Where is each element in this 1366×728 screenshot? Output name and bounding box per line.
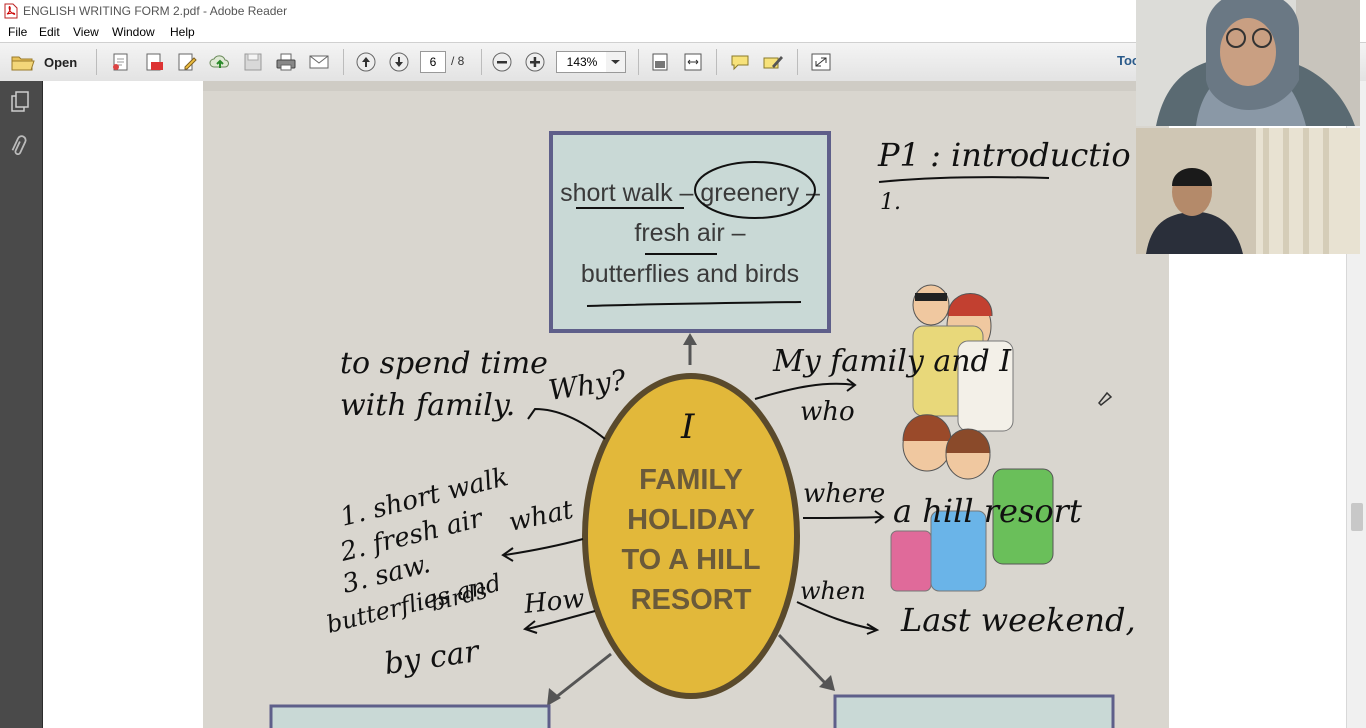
annotation-where: where xyxy=(803,479,885,509)
center-line-1: FAMILY xyxy=(639,464,743,496)
pdf-file-icon xyxy=(4,3,18,19)
menu-window[interactable]: Window xyxy=(112,25,155,39)
annotation-when: when xyxy=(800,577,866,605)
page-thumbnails-icon[interactable] xyxy=(8,90,32,114)
menu-help[interactable]: Help xyxy=(170,25,195,39)
annotation-who: who xyxy=(800,397,855,427)
annotation-what: what xyxy=(506,495,576,538)
annotation-how: How xyxy=(522,584,586,620)
menu-edit[interactable]: Edit xyxy=(39,25,60,39)
page-total: / 8 xyxy=(451,54,465,68)
print-icon[interactable] xyxy=(275,52,297,72)
create-pdf-icon[interactable] xyxy=(110,52,132,72)
pdf-export-icon[interactable] xyxy=(143,52,165,72)
menu-file[interactable]: File xyxy=(8,25,27,39)
pen-cursor-icon xyxy=(1097,391,1113,407)
center-line-4: RESORT xyxy=(631,584,752,616)
annotation-where-answer: a hill resort xyxy=(893,492,1082,530)
teacher-video-image xyxy=(1136,0,1360,126)
top-box-line-3: butterflies and birds xyxy=(581,260,799,288)
zoom-dropdown[interactable] xyxy=(606,51,626,73)
folder-icon xyxy=(11,56,35,71)
family-illustration xyxy=(890,284,1054,592)
mind-map-page: short walk – greenery – fresh air – butt… xyxy=(203,81,1169,728)
zoom-in-icon[interactable] xyxy=(524,52,546,72)
previous-page-icon[interactable] xyxy=(355,52,377,72)
zoom-input[interactable]: 143% xyxy=(556,51,608,73)
attachments-icon[interactable] xyxy=(8,133,32,159)
pdf-page: short walk – greenery – fresh air – butt… xyxy=(203,81,1169,728)
window-title: ENGLISH WRITING FORM 2.pdf - Adobe Reade… xyxy=(23,4,288,18)
page-number-input[interactable]: 6 xyxy=(420,51,446,73)
annotation-how-answer: by car xyxy=(382,634,482,682)
chevron-down-icon xyxy=(611,60,620,64)
top-box-line-1: short walk – greenery – xyxy=(560,179,820,207)
full-screen-icon[interactable] xyxy=(810,52,832,72)
save-icon[interactable] xyxy=(242,52,264,72)
scrollbar-thumb[interactable] xyxy=(1351,503,1363,531)
annotation-p1-item: 1. xyxy=(880,190,901,215)
webcam-tile-teacher xyxy=(1136,0,1360,126)
email-icon[interactable] xyxy=(308,52,330,72)
annotation-when-answer: Last weekend, xyxy=(900,601,1136,639)
top-box-line-2: fresh air – xyxy=(634,219,745,247)
annotation-why-answer-2: with family. xyxy=(340,388,515,423)
annotation-why-answer-1: to spend time xyxy=(340,346,548,381)
center-line-2: HOLIDAY xyxy=(627,504,755,536)
fit-page-icon[interactable] xyxy=(649,52,671,72)
annotation-p1: P1 : introductio xyxy=(877,136,1131,174)
annotation-who-answer: My family and I xyxy=(772,344,1012,379)
highlight-icon[interactable] xyxy=(762,52,784,72)
next-page-icon[interactable] xyxy=(388,52,410,72)
webcam-tile-student xyxy=(1136,128,1360,254)
zoom-out-icon[interactable] xyxy=(491,52,513,72)
navigation-panel xyxy=(0,81,43,728)
comment-icon[interactable] xyxy=(729,52,751,72)
edit-document-icon[interactable] xyxy=(176,52,198,72)
annotation-center-mark: I xyxy=(680,407,695,447)
fit-width-icon[interactable] xyxy=(682,52,704,72)
menu-view[interactable]: View xyxy=(73,25,99,39)
student-video-image xyxy=(1136,128,1360,254)
annotation-why: Why? xyxy=(546,363,628,407)
center-line-3: TO A HILL xyxy=(621,544,760,576)
upload-cloud-icon[interactable] xyxy=(209,52,231,72)
